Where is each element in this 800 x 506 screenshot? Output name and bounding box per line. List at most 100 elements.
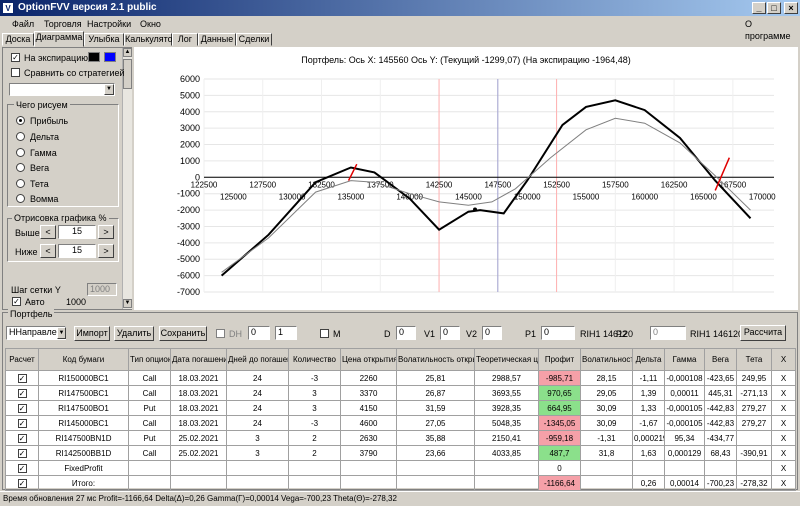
remove-row-button[interactable]: X — [771, 415, 796, 431]
check-icon[interactable]: ✓ — [17, 448, 27, 458]
row-calc-checkbox[interactable]: ✓ — [5, 400, 39, 416]
column-header[interactable]: Волатильность — [580, 348, 633, 371]
p1-field[interactable]: 0 — [541, 326, 575, 340]
remove-row-button[interactable]: X — [771, 460, 796, 476]
check-icon[interactable]: ✓ — [17, 463, 27, 473]
profit-chart[interactable]: Портфель: Ось X: 145560 Ось Y: (Текущий … — [134, 47, 798, 310]
column-header[interactable]: Дельта — [632, 348, 665, 371]
remove-row-button[interactable]: X — [771, 475, 796, 491]
current-color-swatch[interactable] — [104, 52, 116, 62]
radio-vomma[interactable] — [16, 194, 25, 203]
v2-field[interactable]: 0 — [482, 326, 502, 340]
table-row[interactable]: ✓ Итого: -1166,64 0,26 0,00014 -700,23 -278,32… — [5, 475, 796, 491]
table-row[interactable]: ✓ RI145000BC1 Call 18.03.2021 24 -3 4600 27,05 5… — [5, 415, 796, 431]
menu-file[interactable]: Файл — [12, 18, 34, 30]
column-header[interactable]: Профит — [538, 348, 581, 371]
column-header[interactable]: Тип опциона — [128, 348, 171, 371]
delete-button[interactable]: Удалить — [114, 326, 154, 341]
tab-calculator[interactable]: Калькулятор — [124, 33, 178, 46]
column-header[interactable]: Вега — [704, 348, 737, 371]
table-row[interactable]: ✓ RI147500BC1 Call 18.03.2021 24 3 3370 26,87 36… — [5, 385, 796, 401]
settings-scrollbar[interactable]: ▲ ▼ — [122, 48, 132, 309]
row-calc-checkbox[interactable]: ✓ — [5, 370, 39, 386]
import-button[interactable]: Импорт — [74, 326, 110, 341]
row-calc-checkbox[interactable]: ✓ — [5, 430, 39, 446]
below-increase-button[interactable]: > — [98, 244, 114, 258]
column-header[interactable]: X — [771, 348, 796, 371]
menu-about[interactable]: О программе — [745, 18, 800, 42]
remove-row-button[interactable]: X — [771, 430, 796, 446]
column-header[interactable]: Цена открытия — [340, 348, 397, 371]
above-field[interactable]: 15 — [58, 225, 96, 239]
radio-gamma[interactable] — [16, 148, 25, 157]
table-row[interactable]: ✓ RI142500BB1D Call 25.02.2021 3 2 3790 23,66 40… — [5, 445, 796, 461]
table-row[interactable]: ✓ RI147500BO1 Put 18.03.2021 24 3 4150 31,59 392… — [5, 400, 796, 416]
column-header[interactable]: Код бумаги — [38, 348, 129, 371]
v1-field[interactable]: 0 — [440, 326, 460, 340]
table-row[interactable]: ✓ RI147500BN1D Put 25.02.2021 3 2 2630 35,88 215… — [5, 430, 796, 446]
p2-field[interactable]: 0 — [650, 326, 686, 340]
minimize-button[interactable]: _ — [752, 2, 766, 14]
column-header[interactable]: Дней до погашения — [226, 348, 289, 371]
remove-row-button[interactable]: X — [771, 370, 796, 386]
column-header[interactable]: Теоретическая цена — [474, 348, 539, 371]
expiry-checkbox[interactable]: ✓ — [11, 53, 20, 62]
calculate-button[interactable]: Рассчита — [740, 325, 786, 341]
scroll-up-icon[interactable]: ▲ — [123, 48, 132, 57]
check-icon[interactable]: ✓ — [17, 418, 27, 428]
above-decrease-button[interactable]: < — [40, 225, 56, 239]
tab-data[interactable]: Данные — [198, 33, 236, 46]
row-calc-checkbox[interactable]: ✓ — [5, 415, 39, 431]
check-icon[interactable]: ✓ — [17, 403, 27, 413]
maximize-button[interactable]: □ — [767, 2, 781, 14]
above-increase-button[interactable]: > — [98, 225, 114, 239]
table-row[interactable]: ✓ RI150000BC1 Call 18.03.2021 24 -3 2260 25,81 2… — [5, 370, 796, 386]
auto-checkbox[interactable]: ✓ — [12, 297, 21, 306]
menu-settings[interactable]: Настройки — [87, 18, 131, 30]
row-calc-checkbox[interactable]: ✓ — [5, 460, 39, 476]
column-header[interactable]: Количество — [288, 348, 341, 371]
compare-checkbox[interactable] — [11, 68, 20, 77]
tab-log[interactable]: Лог — [172, 33, 198, 46]
row-calc-checkbox[interactable]: ✓ — [5, 445, 39, 461]
d-field[interactable]: 0 — [396, 326, 416, 340]
remove-row-button[interactable]: X — [771, 400, 796, 416]
radio-theta[interactable] — [16, 179, 25, 188]
dh-field-2[interactable]: 1 — [275, 326, 297, 340]
chevron-down-icon[interactable]: ▼ — [104, 84, 114, 95]
dh-checkbox[interactable] — [216, 329, 225, 338]
column-header[interactable]: Расчет — [5, 348, 39, 371]
row-calc-checkbox[interactable]: ✓ — [5, 475, 39, 491]
expiry-color-swatch[interactable] — [88, 52, 100, 62]
check-icon[interactable]: ✓ — [17, 388, 27, 398]
column-header[interactable]: Гамма — [664, 348, 705, 371]
column-header[interactable]: Тета — [736, 348, 772, 371]
close-button[interactable]: × — [784, 2, 798, 14]
column-header[interactable]: Волатильность открытия — [396, 348, 475, 371]
strategy-select[interactable] — [9, 83, 115, 96]
save-button[interactable]: Сохранить — [159, 326, 207, 341]
radio-delta[interactable] — [16, 132, 25, 141]
check-icon[interactable]: ✓ — [17, 433, 27, 443]
table-row[interactable]: ✓ FixedProfit 0 X — [5, 460, 796, 476]
direction-chevron-icon[interactable]: ▼ — [57, 327, 66, 339]
m-checkbox[interactable] — [320, 329, 329, 338]
remove-row-button[interactable]: X — [771, 445, 796, 461]
check-icon[interactable]: ✓ — [17, 478, 27, 488]
tab-board[interactable]: Доска — [2, 33, 34, 46]
tab-trades[interactable]: Сделки — [236, 33, 272, 46]
remove-row-button[interactable]: X — [771, 385, 796, 401]
menu-trade[interactable]: Торговля — [44, 18, 82, 30]
below-field[interactable]: 15 — [58, 244, 96, 258]
scroll-down-icon[interactable]: ▼ — [123, 299, 132, 308]
column-header[interactable]: Дата погашения — [170, 348, 227, 371]
row-calc-checkbox[interactable]: ✓ — [5, 385, 39, 401]
radio-vega[interactable] — [16, 163, 25, 172]
menu-window[interactable]: Окно — [140, 18, 161, 30]
check-icon[interactable]: ✓ — [17, 373, 27, 383]
tab-smile[interactable]: Улыбка — [84, 33, 124, 46]
radio-profit[interactable] — [16, 116, 25, 125]
below-decrease-button[interactable]: < — [40, 244, 56, 258]
grid-step-field[interactable]: 1000 — [87, 283, 117, 296]
tab-diagram[interactable]: Диаграмма — [34, 31, 84, 47]
